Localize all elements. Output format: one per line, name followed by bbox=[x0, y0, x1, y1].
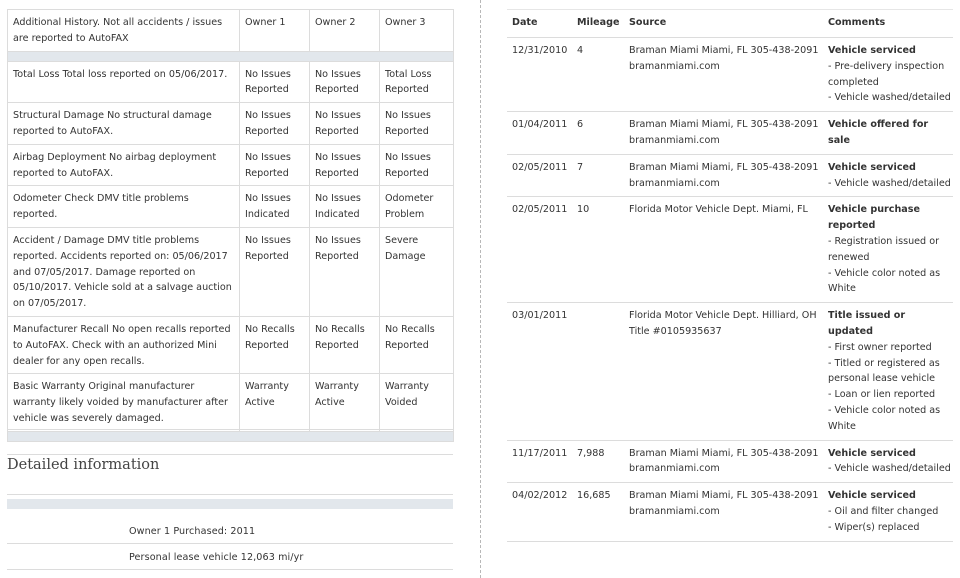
history-date: 04/02/2012 bbox=[507, 482, 572, 542]
history-header-row: Date Mileage Source Comments bbox=[507, 9, 953, 38]
column-divider bbox=[480, 0, 481, 578]
history-source-line: Title #0105935637 bbox=[629, 325, 722, 337]
history-comment-heading: Vehicle offered for sale bbox=[828, 119, 929, 146]
history-source: Braman Miami Miami, FL 305-438-2091 brama… bbox=[624, 111, 823, 155]
vehicle-history-panel: Date Mileage Source Comments 12/31/2010 4… bbox=[507, 9, 953, 542]
divider bbox=[7, 429, 453, 430]
history-source-line: bramanmiami.com bbox=[629, 463, 720, 475]
lease-vehicle-line: Personal lease vehicle 12,063 mi/yr bbox=[129, 552, 304, 563]
history-comment-detail: - Vehicle washed/detailed bbox=[828, 177, 951, 189]
history-row: 11/17/2011 7,988 Braman Miami Miami, FL 30… bbox=[507, 440, 953, 484]
history-source-line: bramanmiami.com bbox=[629, 505, 720, 517]
history-date: 02/05/2011 bbox=[507, 196, 572, 304]
divider bbox=[7, 454, 453, 455]
history-source: Braman Miami Miami, FL 305-438-2091 brama… bbox=[624, 482, 823, 542]
history-source-line: Braman Miami Miami, FL 305-438-2091 bbox=[629, 447, 819, 459]
column-header-mileage: Mileage bbox=[572, 9, 624, 38]
history-row: 02/05/2011 7 Braman Miami Miami, FL 305-43… bbox=[507, 154, 953, 198]
history-row: 01/04/2011 6 Braman Miami Miami, FL 305-43… bbox=[507, 111, 953, 155]
divider bbox=[7, 543, 453, 544]
history-source-line: Braman Miami Miami, FL 305-438-2091 bbox=[629, 119, 819, 131]
column-header-comments: Comments bbox=[823, 9, 953, 38]
history-comment-detail: - Vehicle washed/detailed bbox=[828, 92, 951, 104]
history-date: 12/31/2010 bbox=[507, 37, 572, 113]
history-mileage: 16,685 bbox=[572, 482, 624, 542]
history-mileage: 6 bbox=[572, 111, 624, 155]
history-source: Braman Miami Miami, FL 305-438-2091 brama… bbox=[624, 440, 823, 484]
history-comment-detail: - Loan or lien reported bbox=[828, 389, 936, 401]
history-comment-detail: - Oil and filter changed bbox=[828, 505, 939, 517]
history-row: 12/31/2010 4 Braman Miami Miami, FL 305-43… bbox=[507, 37, 953, 113]
history-comment-heading: Vehicle serviced bbox=[828, 161, 916, 173]
history-comment-detail: - Vehicle color noted as White bbox=[828, 267, 941, 295]
detailed-information-section: Detailed information Owner 1 Purchased: … bbox=[7, 0, 453, 578]
history-mileage bbox=[572, 302, 624, 441]
history-comments: Vehicle serviced - Vehicle washed/detaile… bbox=[823, 440, 953, 484]
history-comment-heading: Vehicle serviced bbox=[828, 45, 916, 56]
divider bbox=[7, 569, 453, 570]
history-source-line: Braman Miami Miami, FL 305-438-2091 bbox=[629, 45, 819, 56]
history-mileage: 7,988 bbox=[572, 440, 624, 484]
history-source-line: bramanmiami.com bbox=[629, 177, 720, 189]
history-comments: Vehicle serviced - Vehicle washed/detaile… bbox=[823, 154, 953, 198]
history-source-line: Braman Miami Miami, FL 305-438-2091 bbox=[629, 490, 819, 502]
history-comments: Vehicle serviced - Oil and filter changed… bbox=[823, 482, 953, 542]
history-comment-heading: Vehicle purchase reported bbox=[828, 204, 920, 232]
history-row: 03/01/2011 Florida Motor Vehicle Dept. Hi… bbox=[507, 302, 953, 441]
history-source-line: Florida Motor Vehicle Dept. Miami, FL bbox=[629, 204, 808, 216]
detailed-information-title: Detailed information bbox=[7, 457, 160, 473]
history-mileage: 10 bbox=[572, 196, 624, 304]
history-row: 04/02/2012 16,685 Braman Miami Miami, FL 3… bbox=[507, 482, 953, 542]
history-comment-heading: Title issued or updated bbox=[828, 310, 906, 337]
history-comments: Vehicle offered for sale bbox=[823, 111, 953, 155]
history-table: Date Mileage Source Comments 12/31/2010 4… bbox=[507, 9, 953, 542]
history-comment-detail: - Registration issued or renewed bbox=[828, 235, 940, 263]
history-date: 02/05/2011 bbox=[507, 154, 572, 198]
column-header-date: Date bbox=[507, 9, 572, 38]
history-source: Braman Miami Miami, FL 305-438-2091 brama… bbox=[624, 154, 823, 198]
history-comment-detail: - Pre-delivery inspection completed bbox=[828, 60, 945, 88]
history-source-line: Florida Motor Vehicle Dept. Hilliard, OH bbox=[629, 310, 817, 322]
history-source: Florida Motor Vehicle Dept. Miami, FL bbox=[624, 196, 823, 304]
history-comment-detail: - Vehicle color noted as White bbox=[828, 404, 941, 432]
column-header-source: Source bbox=[624, 9, 823, 38]
history-source-line: bramanmiami.com bbox=[629, 60, 720, 72]
detailed-information-bar bbox=[7, 499, 453, 509]
history-comments: Title issued or updated - First owner rep… bbox=[823, 302, 953, 441]
history-row: 02/05/2011 10 Florida Motor Vehicle Dept. … bbox=[507, 196, 953, 304]
history-comment-detail: - Titled or registered as personal lease… bbox=[828, 357, 940, 385]
history-comments: Vehicle purchase reported - Registration … bbox=[823, 196, 953, 304]
history-comment-detail: - First owner reported bbox=[828, 341, 932, 353]
history-date: 03/01/2011 bbox=[507, 302, 572, 441]
history-mileage: 4 bbox=[572, 37, 624, 113]
history-source: Braman Miami Miami, FL 305-438-2091 brama… bbox=[624, 37, 823, 113]
owner-purchased-line: Owner 1 Purchased: 2011 bbox=[129, 526, 256, 537]
history-comment-detail: - Vehicle washed/detailed bbox=[828, 463, 951, 475]
history-date: 11/17/2011 bbox=[507, 440, 572, 484]
history-mileage: 7 bbox=[572, 154, 624, 198]
history-comment-heading: Vehicle serviced bbox=[828, 447, 916, 459]
history-source-line: Braman Miami Miami, FL 305-438-2091 bbox=[629, 161, 819, 173]
history-source-line: bramanmiami.com bbox=[629, 134, 720, 146]
history-comment-detail: - Wiper(s) replaced bbox=[828, 521, 920, 533]
history-comment-heading: Vehicle serviced bbox=[828, 490, 916, 502]
history-source: Florida Motor Vehicle Dept. Hilliard, OH… bbox=[624, 302, 823, 441]
history-comments: Vehicle serviced - Pre-delivery inspectio… bbox=[823, 37, 953, 113]
divider bbox=[7, 494, 453, 495]
history-date: 01/04/2011 bbox=[507, 111, 572, 155]
